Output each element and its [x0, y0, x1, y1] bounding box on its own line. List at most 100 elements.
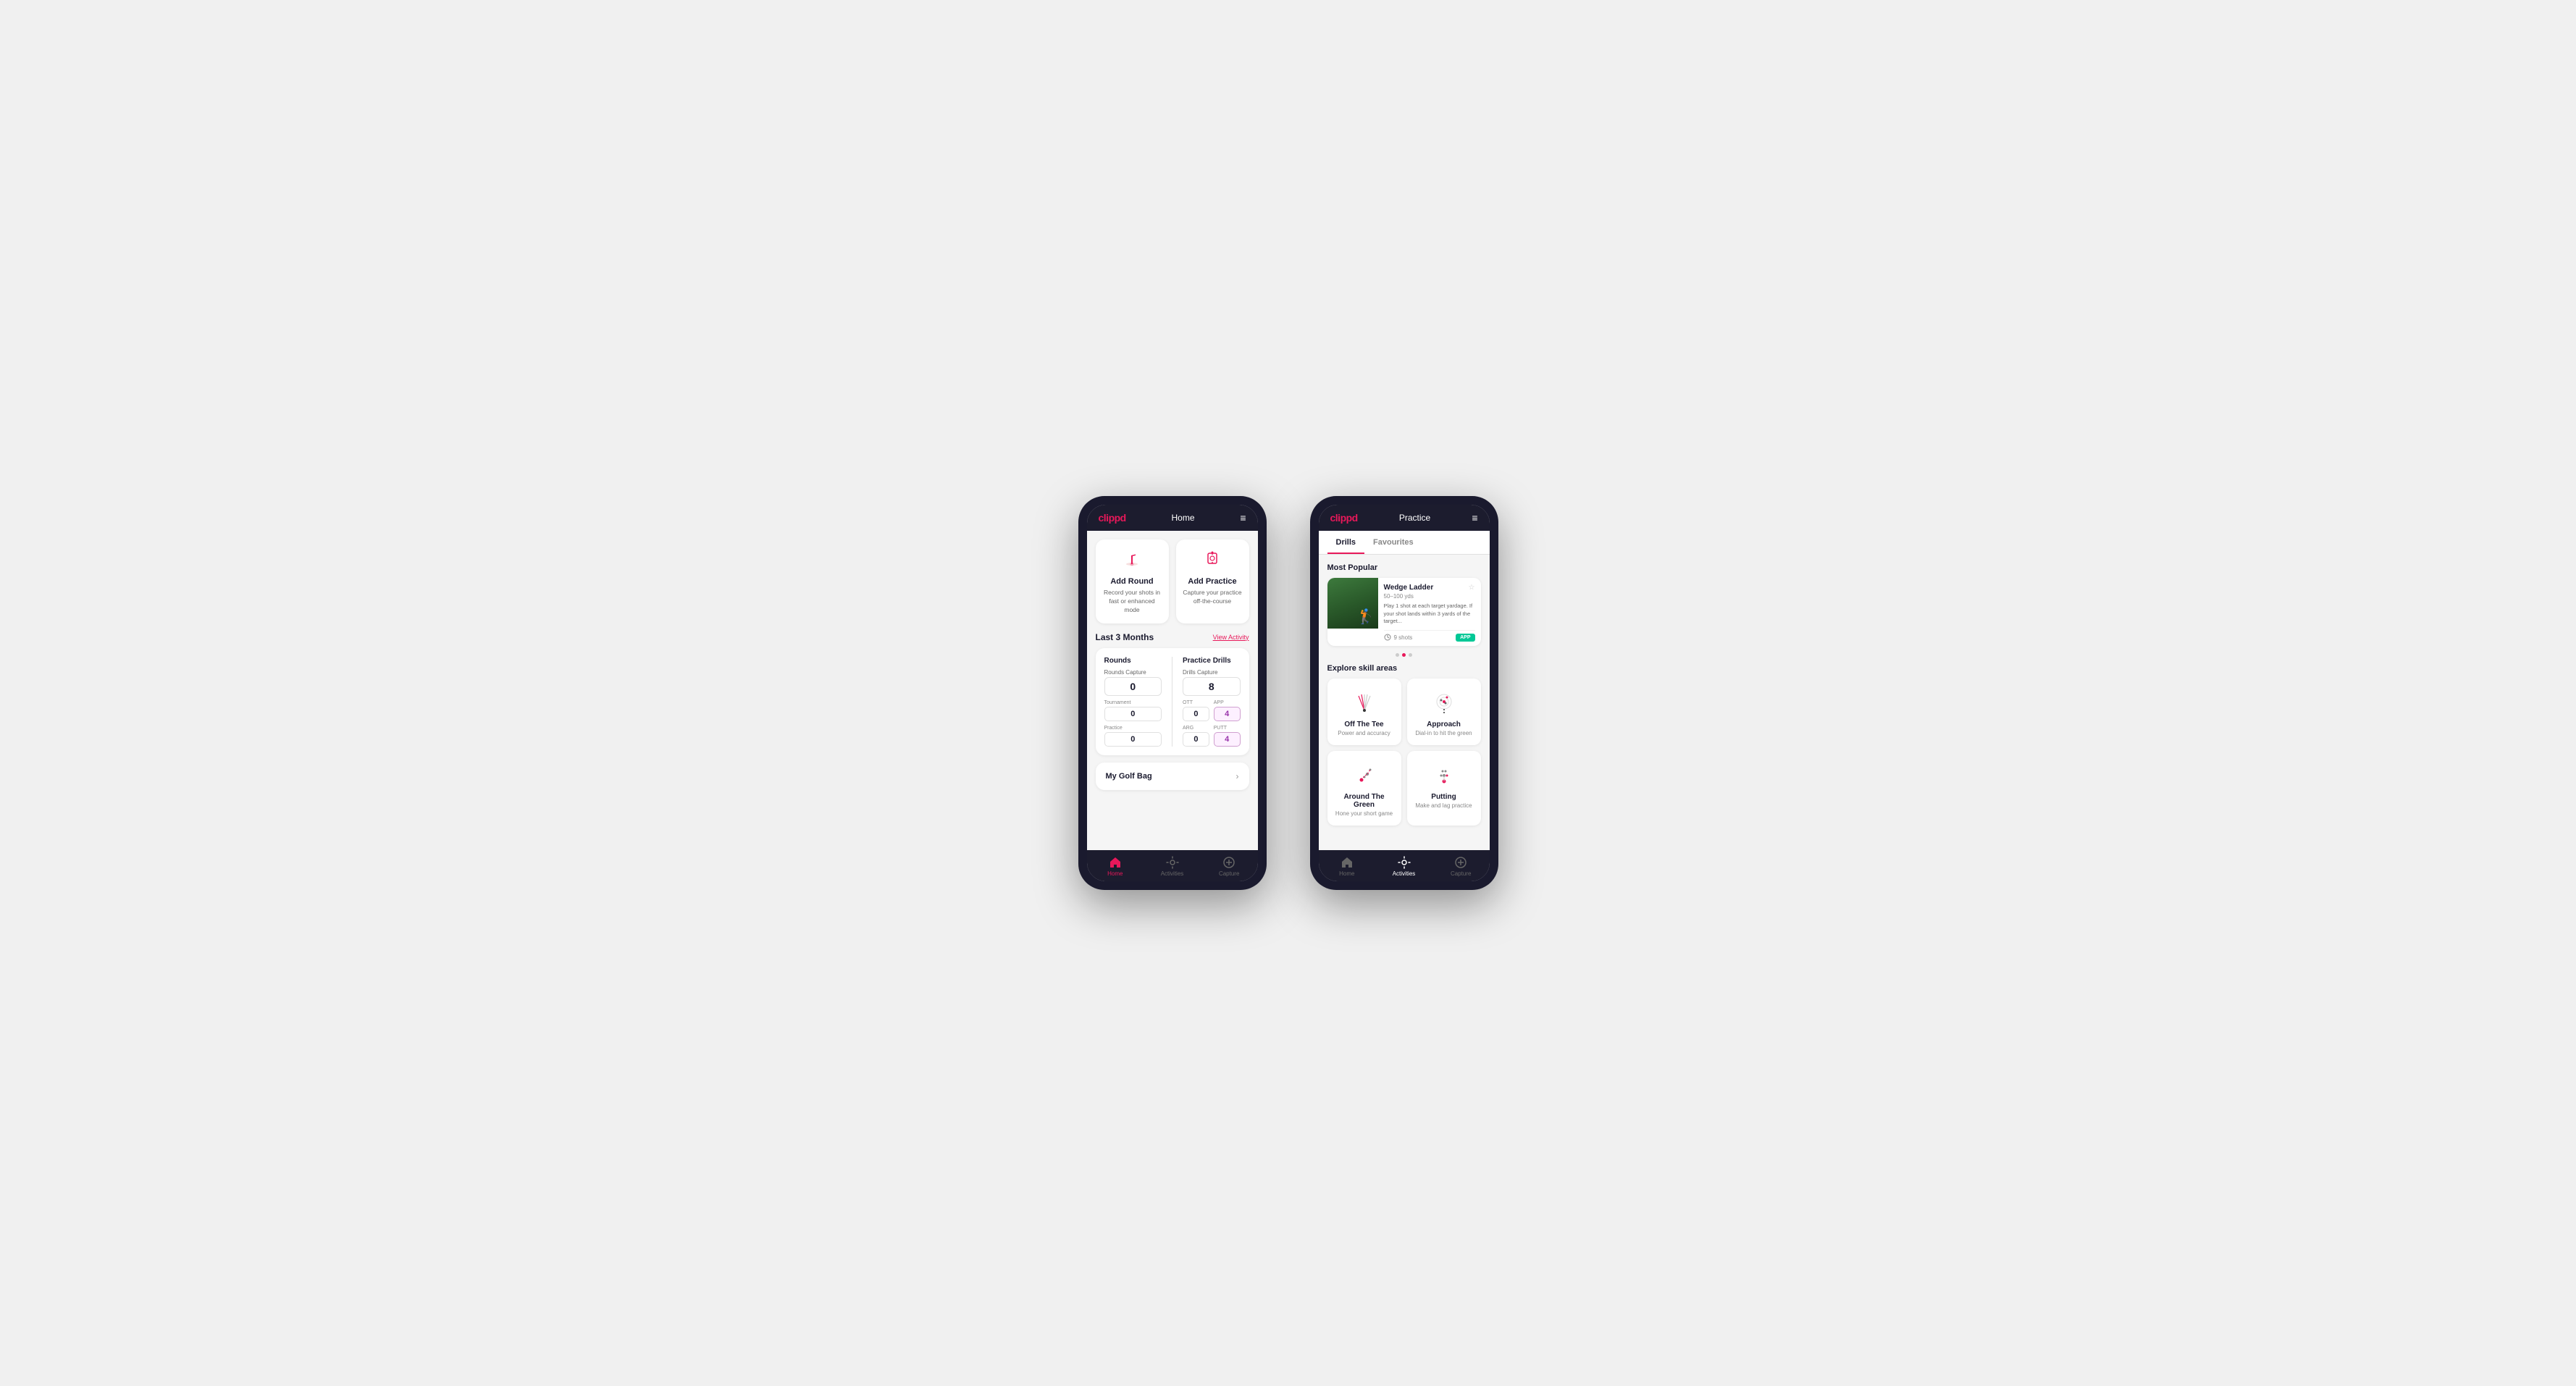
nav-practice-home[interactable]: Home	[1319, 856, 1376, 877]
drill-shots: 9 shots	[1384, 634, 1413, 641]
putting-icon	[1413, 760, 1475, 789]
approach-name: Approach	[1413, 721, 1475, 728]
drill-name: Wedge Ladder	[1384, 584, 1434, 592]
nav-activities[interactable]: Activities	[1144, 856, 1201, 877]
rounds-sub-stats: Tournament 0	[1104, 700, 1162, 721]
dot-2	[1402, 653, 1406, 657]
nav-practice-capture[interactable]: Capture	[1432, 856, 1490, 877]
atg-desc: Hone your short game	[1333, 810, 1396, 817]
arg-label: ARG	[1183, 726, 1209, 731]
off-the-tee-name: Off The Tee	[1333, 721, 1396, 728]
nav-capture[interactable]: Capture	[1201, 856, 1258, 877]
shots-label: 9 shots	[1394, 634, 1413, 641]
logo-home: clippd	[1099, 512, 1126, 524]
dot-3	[1409, 653, 1412, 657]
practice-value: 0	[1104, 732, 1162, 747]
putting-name: Putting	[1413, 793, 1475, 801]
drills-capture-label: Drills Capture	[1183, 669, 1241, 676]
tournament-stat: Tournament 0	[1104, 700, 1162, 721]
putt-label: PUTT	[1214, 726, 1241, 731]
nav-activities-label: Activities	[1161, 870, 1184, 877]
ott-stat: OTT 0	[1183, 700, 1209, 721]
nav-practice-activities[interactable]: Activities	[1375, 856, 1432, 877]
topbar-home: clippd Home ≡	[1087, 505, 1258, 531]
skill-off-the-tee[interactable]: Off The Tee Power and accuracy	[1327, 679, 1401, 745]
arg-stat: ARG 0	[1183, 726, 1209, 747]
rounds-capture-label: Rounds Capture	[1104, 669, 1162, 676]
nav-practice-home-label: Home	[1339, 870, 1354, 877]
add-practice-title: Add Practice	[1182, 577, 1243, 586]
add-practice-icon	[1182, 548, 1243, 573]
activity-header: Last 3 Months View Activity	[1096, 632, 1249, 642]
bottom-nav-practice: Home Activities Capture	[1319, 850, 1490, 881]
logo-practice: clippd	[1330, 512, 1358, 524]
nav-home-label: Home	[1107, 870, 1123, 877]
activity-title: Last 3 Months	[1096, 632, 1154, 642]
add-practice-card[interactable]: Add Practice Capture your practice off-t…	[1176, 539, 1249, 623]
practice-content: Most Popular Wedge Ladder ☆ 50–100 yds P…	[1319, 555, 1490, 850]
rounds-title: Rounds	[1104, 657, 1162, 665]
atg-icon	[1333, 760, 1396, 789]
golf-bag-row[interactable]: My Golf Bag ›	[1096, 763, 1249, 790]
app-label: APP	[1214, 700, 1241, 705]
off-the-tee-desc: Power and accuracy	[1333, 730, 1396, 736]
menu-icon-practice[interactable]: ≡	[1472, 512, 1477, 524]
home-content: Add Round Record your shots in fast or e…	[1087, 531, 1258, 850]
drill-footer: 9 shots APP	[1384, 630, 1475, 642]
action-cards: Add Round Record your shots in fast or e…	[1096, 539, 1249, 623]
app-stat: APP 4	[1214, 700, 1241, 721]
drill-yardage: 50–100 yds	[1384, 593, 1475, 600]
dot-1	[1396, 653, 1399, 657]
tournament-value: 0	[1104, 707, 1162, 721]
drill-info: Wedge Ladder ☆ 50–100 yds Play 1 shot at…	[1378, 578, 1481, 646]
skill-around-the-green[interactable]: Around The Green Hone your short game	[1327, 751, 1401, 826]
add-round-icon	[1102, 548, 1163, 573]
tab-favourites[interactable]: Favourites	[1364, 531, 1422, 554]
phone-home: clippd Home ≡ Add Round	[1078, 496, 1267, 890]
nav-capture-label: Capture	[1219, 870, 1239, 877]
golf-bag-chevron: ›	[1236, 771, 1239, 781]
approach-icon	[1413, 687, 1475, 716]
skill-putting[interactable]: Putting Make and lag practice	[1407, 751, 1481, 826]
most-popular-title: Most Popular	[1327, 563, 1481, 572]
stats-container: Rounds Rounds Capture 0 Tournament 0 Pra…	[1096, 648, 1249, 755]
topbar-practice: clippd Practice ≡	[1319, 505, 1490, 531]
skill-grid: Off The Tee Power and accuracy	[1327, 679, 1481, 826]
add-round-card[interactable]: Add Round Record your shots in fast or e…	[1096, 539, 1169, 623]
stats-row: Rounds Rounds Capture 0 Tournament 0 Pra…	[1104, 657, 1241, 747]
ott-value: 0	[1183, 707, 1209, 721]
drills-title: Practice Drills	[1183, 657, 1241, 665]
practice-stat: Practice 0	[1104, 726, 1162, 747]
rounds-col: Rounds Rounds Capture 0 Tournament 0 Pra…	[1104, 657, 1162, 747]
drill-card-wedge-ladder[interactable]: Wedge Ladder ☆ 50–100 yds Play 1 shot at…	[1327, 578, 1481, 646]
add-practice-desc: Capture your practice off-the-course	[1182, 589, 1243, 606]
tee-icon	[1333, 687, 1396, 716]
dots-indicator	[1327, 653, 1481, 657]
view-activity-link[interactable]: View Activity	[1213, 634, 1249, 641]
rounds-capture-value: 0	[1104, 677, 1162, 696]
arg-value: 0	[1183, 732, 1209, 747]
drill-image	[1327, 578, 1378, 629]
ott-label: OTT	[1183, 700, 1209, 705]
phone-practice: clippd Practice ≡ Drills Favourites Most…	[1310, 496, 1498, 890]
nav-practice-capture-label: Capture	[1451, 870, 1471, 877]
drills-capture-value: 8	[1183, 677, 1241, 696]
page-title-home: Home	[1172, 513, 1195, 523]
nav-practice-activities-label: Activities	[1393, 870, 1416, 877]
nav-home[interactable]: Home	[1087, 856, 1144, 877]
drill-header: Wedge Ladder ☆	[1384, 584, 1475, 592]
practice-tabs: Drills Favourites	[1319, 531, 1490, 555]
drill-desc: Play 1 shot at each target yardage. If y…	[1384, 602, 1475, 626]
menu-icon-home[interactable]: ≡	[1240, 512, 1246, 524]
drills-sub-stats-bottom: ARG 0 PUTT 4	[1183, 726, 1241, 747]
bottom-nav-home: Home Activities Capture	[1087, 850, 1258, 881]
skill-approach[interactable]: Approach Dial-in to hit the green	[1407, 679, 1481, 745]
app-badge: APP	[1456, 634, 1474, 642]
approach-desc: Dial-in to hit the green	[1413, 730, 1475, 736]
star-icon[interactable]: ☆	[1469, 584, 1475, 592]
add-round-title: Add Round	[1102, 577, 1163, 586]
putt-value: 4	[1214, 732, 1241, 747]
app-value: 4	[1214, 707, 1241, 721]
tab-drills[interactable]: Drills	[1327, 531, 1365, 554]
putting-desc: Make and lag practice	[1413, 802, 1475, 809]
